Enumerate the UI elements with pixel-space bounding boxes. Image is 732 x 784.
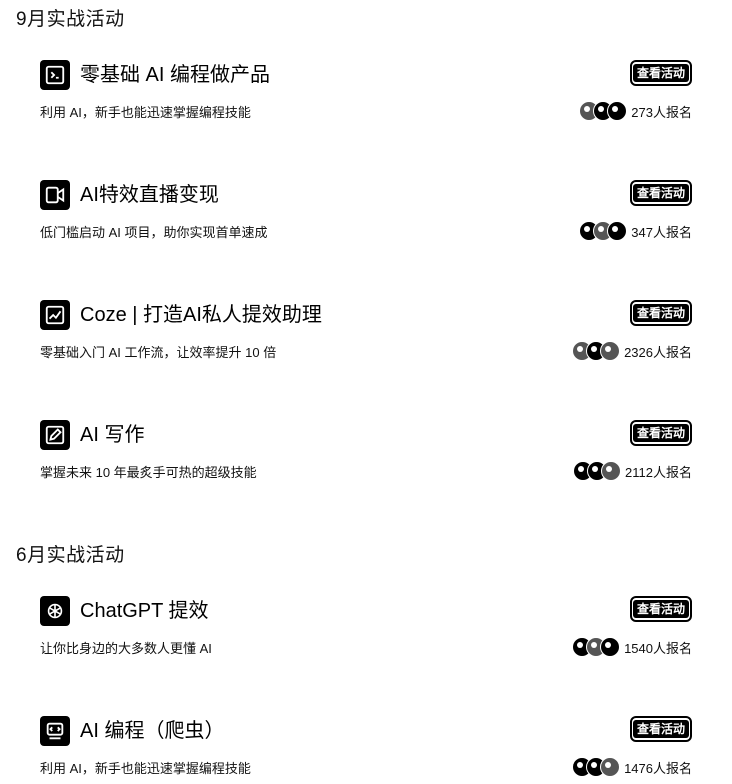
view-activity-button[interactable]: 查看活动	[630, 180, 692, 206]
signup-count: 1476人报名	[572, 756, 692, 778]
avatar	[600, 637, 621, 657]
signup-count: 2112人报名	[573, 460, 692, 482]
avatar	[601, 461, 622, 481]
view-activity-label: 查看活动	[632, 64, 689, 82]
activity-card[interactable]: AI 写作 掌握未来 10 年最炙手可热的超级技能 查看活动 2112人报名	[40, 420, 692, 484]
activity-card[interactable]: Coze | 打造AI私人提效助理 零基础入门 AI 工作流，让效率提升 10 …	[40, 300, 692, 364]
chatgpt-logo-icon	[40, 596, 70, 626]
view-activity-button[interactable]: 查看活动	[630, 596, 692, 622]
view-activity-button[interactable]: 查看活动	[630, 60, 692, 86]
activity-title[interactable]: AI 编程（爬虫）	[80, 717, 224, 745]
participant-avatars	[579, 221, 628, 241]
activity-description: 让你比身边的大多数人更懂 AI	[40, 641, 212, 656]
view-activity-label: 查看活动	[632, 184, 689, 202]
spider-code-icon	[40, 716, 70, 746]
activity-card[interactable]: 零基础 AI 编程做产品 利用 AI，新手也能迅速掌握编程技能 查看活动 273…	[40, 60, 692, 124]
participant-avatars	[573, 461, 622, 481]
signup-count-text: 1476人报名	[624, 760, 692, 776]
view-activity-label: 查看活动	[632, 424, 689, 442]
activity-title[interactable]: ChatGPT 提效	[80, 597, 209, 625]
view-activity-button[interactable]: 查看活动	[630, 420, 692, 446]
signup-count: 347人报名	[579, 220, 692, 242]
signup-count-text: 273人报名	[631, 104, 692, 120]
signup-count-text: 1540人报名	[624, 640, 692, 656]
view-activity-label: 查看活动	[632, 600, 689, 618]
activity-card[interactable]: AI 编程（爬虫） 利用 AI，新手也能迅速掌握编程技能 查看活动 1476人报…	[40, 716, 692, 780]
activity-description: 利用 AI，新手也能迅速掌握编程技能	[40, 761, 251, 776]
signup-count: 1540人报名	[572, 636, 692, 658]
avatar	[607, 101, 628, 121]
activity-description: 零基础入门 AI 工作流，让效率提升 10 倍	[40, 345, 277, 360]
activity-title[interactable]: 零基础 AI 编程做产品	[80, 61, 270, 89]
avatar	[600, 757, 621, 777]
participant-avatars	[572, 637, 621, 657]
avatar	[607, 221, 628, 241]
activity-card[interactable]: AI特效直播变现 低门槛启动 AI 项目，助你实现首单速成 查看活动 347人报…	[40, 180, 692, 244]
activity-description: 掌握未来 10 年最炙手可热的超级技能	[40, 465, 257, 480]
activity-title[interactable]: AI 写作	[80, 421, 144, 449]
signup-count-text: 347人报名	[631, 224, 692, 240]
signup-count: 2326人报名	[572, 340, 692, 362]
view-activity-button[interactable]: 查看活动	[630, 300, 692, 326]
section-title-september: 9月实战活动	[16, 9, 125, 30]
avatar	[600, 341, 621, 361]
activity-description: 利用 AI，新手也能迅速掌握编程技能	[40, 105, 251, 120]
activity-description: 低门槛启动 AI 项目，助你实现首单速成	[40, 225, 268, 240]
activity-title[interactable]: AI特效直播变现	[80, 181, 219, 209]
signup-count-text: 2326人报名	[624, 344, 692, 360]
participant-avatars	[579, 101, 628, 121]
box-code-icon	[40, 60, 70, 90]
signup-count-text: 2112人报名	[625, 464, 692, 480]
activity-card[interactable]: ChatGPT 提效 让你比身边的大多数人更懂 AI 查看活动 1540人报名	[40, 596, 692, 660]
signup-count: 273人报名	[579, 100, 692, 122]
view-activity-label: 查看活动	[632, 720, 689, 738]
view-activity-label: 查看活动	[632, 304, 689, 322]
pen-write-icon	[40, 420, 70, 450]
activity-title[interactable]: Coze | 打造AI私人提效助理	[80, 301, 322, 329]
view-activity-button[interactable]: 查看活动	[630, 716, 692, 742]
participant-avatars	[572, 341, 621, 361]
video-effect-icon	[40, 180, 70, 210]
participant-avatars	[572, 757, 621, 777]
growth-chart-icon	[40, 300, 70, 330]
section-title-june: 6月实战活动	[16, 545, 125, 566]
